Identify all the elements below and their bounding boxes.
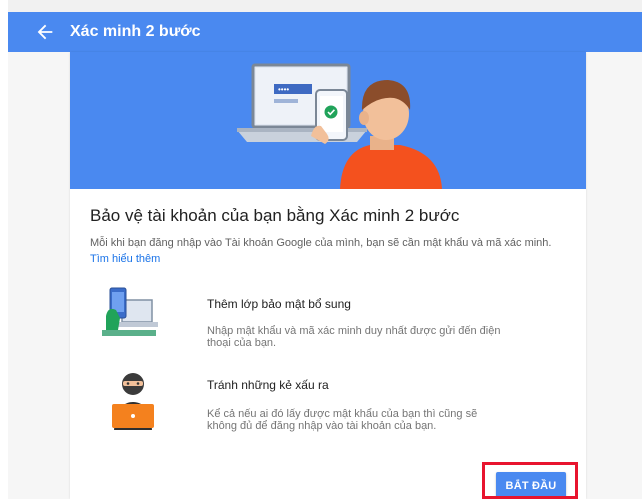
phone-laptop-security-icon [102,287,158,336]
description-text: Mỗi khi bạn đăng nhập vào Tài khoản Goog… [90,237,552,249]
feature-description-bad-actors: Kể cả nếu ai đó lấy được mật khẩu của bạ… [207,408,478,432]
start-button[interactable]: BẮT ĐẦU [496,472,566,499]
hacker-laptop-icon [112,373,154,430]
right-margin [586,52,642,499]
feature-title-security: Thêm lớp bảo mật bổ sung [207,297,351,311]
card-title: Bảo vệ tài khoản của bạn bằng Xác minh 2… [90,206,460,225]
learn-more-link[interactable]: Tìm hiểu thêm [90,253,160,265]
page-title: Xác minh 2 bước [70,23,201,40]
feature-title-bad-actors: Tránh những kẻ xấu ra [207,378,329,392]
left-margin [8,52,70,499]
svg-text:••••: •••• [278,85,289,94]
two-step-card: •••• Bảo vệ tài khoản của bạn bằng Xác m… [70,52,586,499]
app-bar: Xác minh 2 bước [8,12,642,52]
laptop-phone-person-illustration: •••• [237,63,442,189]
left-gutter [0,0,8,499]
card-description: Mỗi khi bạn đăng nhập vào Tài khoản Goog… [90,235,568,267]
arrow-back-icon[interactable] [34,21,56,43]
hero-banner: •••• [70,52,586,189]
feature-description-security: Nhập mật khẩu và mã xác minh duy nhất đư… [207,325,501,349]
